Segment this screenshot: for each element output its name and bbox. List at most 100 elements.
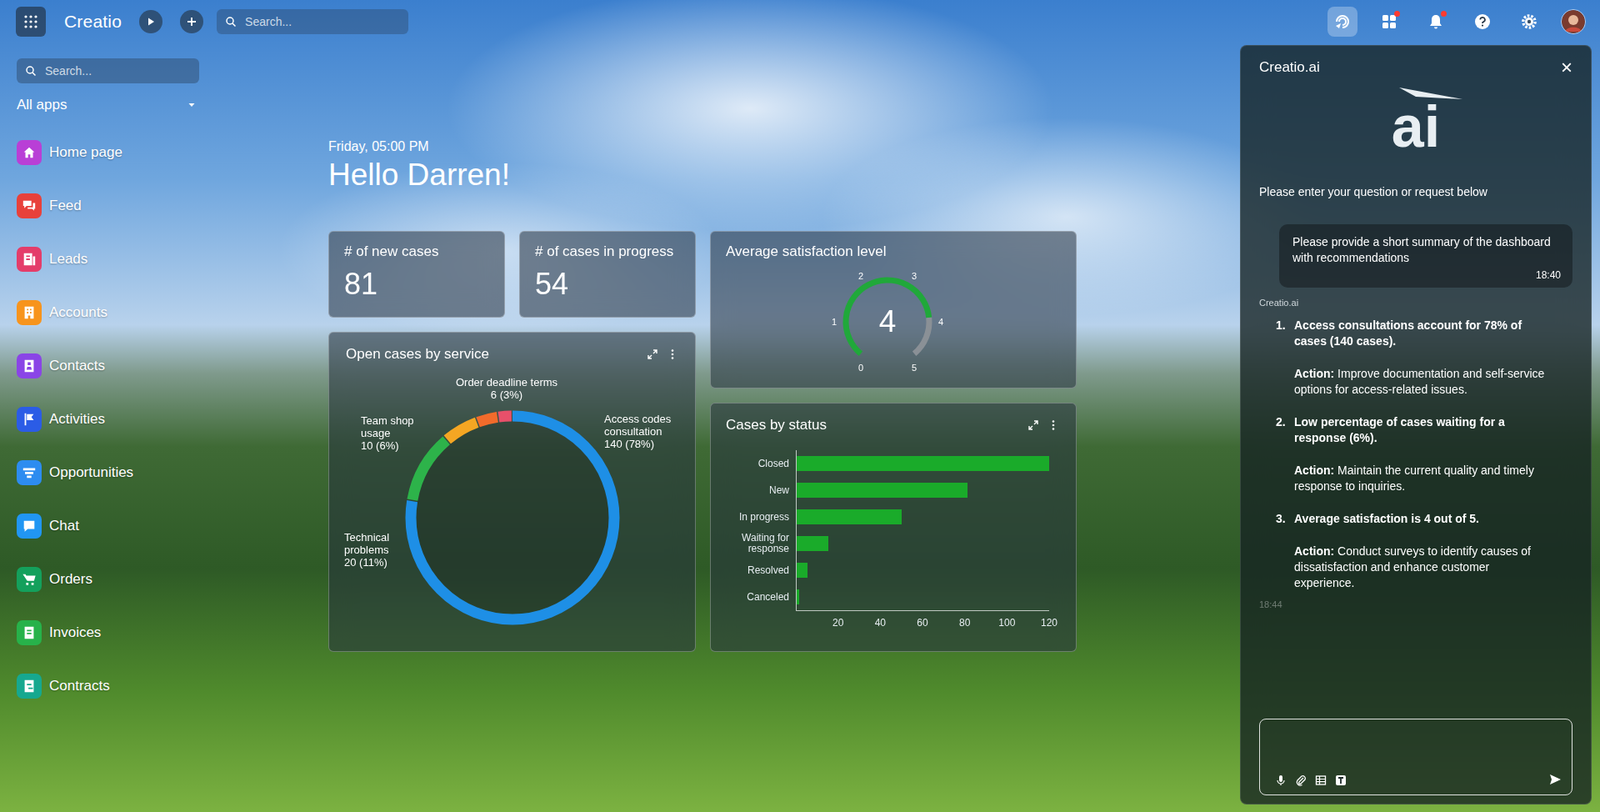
app-launcher-button[interactable] [15, 6, 46, 37]
open-cases-chart[interactable]: Open cases by serviceAccess codes consul… [328, 331, 696, 652]
section-icon [16, 246, 42, 272]
section-glyph-icon [21, 198, 37, 214]
creatio-app: Creatio Search... Search... All apps Home pa… [0, 0, 1600, 812]
ai-swirl-icon [1333, 12, 1352, 31]
run-process-button[interactable] [139, 10, 163, 34]
bar[interactable] [796, 589, 800, 605]
user-avatar[interactable] [1560, 9, 1586, 35]
notifications-button[interactable] [1420, 6, 1451, 37]
section-glyph-icon [21, 518, 37, 534]
dashboard: Friday, 05:00 PMHello Darren!# of new ca… [204, 43, 1240, 812]
sidebar-item[interactable]: Invoices [16, 614, 200, 651]
sidebar-item[interactable]: Accounts [16, 294, 200, 331]
bar[interactable] [796, 482, 968, 498]
greeting: Hello Darren! [328, 156, 1240, 194]
donut-segment[interactable] [410, 415, 615, 620]
text-format-icon[interactable] [1335, 774, 1347, 786]
section-icon [16, 566, 42, 592]
ai-assistant-panel: Creatio.ai×aiPlease enter your question … [1240, 45, 1592, 805]
donut-segment[interactable] [410, 415, 615, 620]
sidebar-item[interactable]: Opportunities [16, 454, 200, 491]
bar-row: In progress [725, 503, 1060, 530]
axis-tick: 100 [998, 616, 1015, 629]
sidebar-item[interactable]: Orders [16, 560, 200, 598]
segment-label: Order deadline terms6 (3%) [435, 375, 578, 401]
segment-label: Access codes consultation140 (78%) [604, 412, 688, 450]
axis-tick: 40 [875, 616, 886, 629]
grid-icon [23, 14, 39, 30]
kpi-card[interactable]: # of cases in progress54 [519, 230, 696, 318]
satisfaction-gauge-card[interactable]: Average satisfaction level0123454 [710, 230, 1077, 389]
help-button[interactable] [1467, 6, 1498, 37]
section-icon [16, 353, 42, 379]
bar[interactable] [796, 535, 829, 551]
close-button[interactable]: × [1557, 57, 1576, 78]
send-icon[interactable] [1548, 772, 1562, 786]
sidebar-item[interactable]: Contacts [16, 347, 200, 385]
section-icon [16, 406, 42, 432]
paperclip-icon[interactable] [1295, 774, 1307, 786]
axis-tick: 120 [1040, 616, 1058, 629]
section-icon [16, 620, 42, 645]
ai-logo: ai [1240, 85, 1591, 153]
dashboard-grid: # of new cases81# of cases in progress54… [328, 230, 1240, 652]
bar-chart: ClosedNewIn progressWaiting for response… [725, 450, 1060, 631]
sidebar-item[interactable]: Contracts [16, 667, 200, 705]
message-input[interactable] [1259, 718, 1573, 795]
section-glyph-icon [21, 465, 37, 480]
section-glyph-icon [21, 411, 37, 427]
sidebar-item[interactable]: Feed [16, 187, 200, 225]
more-icon[interactable] [1047, 419, 1060, 431]
app-filter-dropdown[interactable]: All apps [16, 95, 196, 115]
sidebar-item[interactable]: Leads [16, 240, 200, 278]
logo-arrow-icon [1397, 85, 1465, 106]
bar-row: Resolved [725, 556, 1060, 584]
settings-button[interactable] [1514, 6, 1545, 37]
table-icon[interactable] [1315, 774, 1327, 786]
donut-segment[interactable] [410, 415, 615, 620]
bar[interactable] [796, 455, 1050, 471]
sidebar-item[interactable]: Home page [16, 134, 200, 171]
recommendation-item: 2.Low percentage of cases waiting for a … [1259, 414, 1548, 495]
cases-by-status-chart[interactable]: Cases by statusClosedNewIn progressWaiti… [710, 402, 1077, 652]
bar-row: Closed [725, 450, 1060, 477]
add-button[interactable] [180, 10, 204, 34]
sidebar-item[interactable]: Chat [16, 507, 200, 545]
search-icon [25, 65, 37, 77]
apps-button[interactable] [1374, 6, 1405, 37]
apps-badge [1394, 10, 1400, 17]
kpi-card[interactable]: # of new cases81 [328, 230, 505, 318]
axis-tick: 60 [916, 616, 928, 629]
top-bar: Creatio Search... [0, 0, 1600, 44]
section-glyph-icon [21, 145, 37, 160]
donut-segment[interactable] [410, 415, 615, 620]
assistant-message: Creatio.ai1.Access consultations account… [1259, 297, 1573, 610]
brand-logo[interactable]: Creatio [64, 11, 122, 32]
bar[interactable] [796, 562, 808, 578]
expand-icon[interactable] [1027, 419, 1040, 431]
microphone-icon[interactable] [1275, 774, 1287, 786]
section-icon [16, 673, 42, 699]
ai-button[interactable] [1327, 6, 1358, 37]
more-icon[interactable] [666, 348, 679, 360]
bar-row: Canceled [725, 583, 1060, 610]
expand-icon[interactable] [646, 348, 659, 360]
section-icon [16, 140, 42, 165]
section-icon [16, 300, 42, 325]
segment-label: Technical problems20 (11%) [344, 530, 403, 569]
gauge-value: 4 [879, 305, 897, 339]
sidebar-search[interactable]: Search... [16, 58, 200, 84]
gauge-tick: 3 [911, 270, 917, 281]
section-glyph-icon [21, 251, 37, 267]
recommendation-item: 3.Average satisfaction is 4 out of 5.Act… [1259, 510, 1548, 591]
sidebar-item[interactable]: Activities [16, 400, 200, 438]
global-search[interactable]: Search... [216, 9, 409, 35]
recommendation-item: 1.Access consultations account for 78% o… [1259, 317, 1548, 398]
section-icon [16, 193, 42, 219]
donut-segment[interactable] [410, 415, 615, 620]
gauge-tick: 5 [911, 362, 917, 373]
bar[interactable] [796, 509, 902, 525]
axis-tick: 80 [959, 616, 970, 629]
caret-down-icon [187, 100, 196, 110]
user-message: Please provide a short summary of the da… [1279, 224, 1573, 288]
